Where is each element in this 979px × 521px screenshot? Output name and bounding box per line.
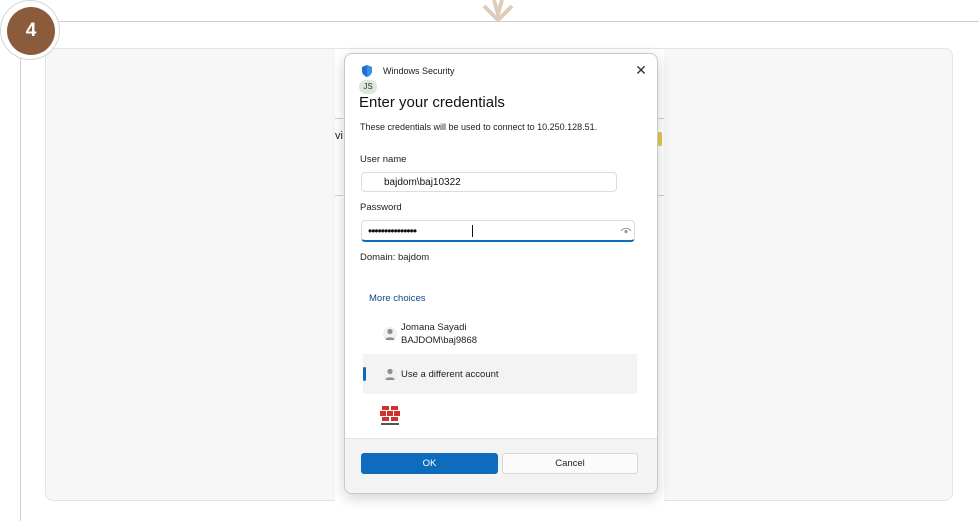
text-caret (472, 225, 473, 237)
background-divider (335, 118, 343, 119)
dialog-description: These credentials will be used to connec… (360, 122, 598, 132)
background-divider (335, 195, 343, 196)
dialog-title: Enter your credentials (359, 94, 505, 111)
password-label: Password (360, 202, 402, 213)
account-option-selected[interactable]: Use a different account (363, 354, 637, 394)
background-text-fragment: vi (335, 130, 343, 142)
cancel-button[interactable]: Cancel (502, 453, 638, 474)
more-choices-link[interactable]: More choices (369, 293, 426, 304)
app-name: Windows Security (383, 66, 455, 76)
close-icon: ✕ (635, 62, 647, 78)
person-icon (383, 367, 397, 381)
step-number: 4 (7, 7, 55, 55)
step-badge: 4 (0, 0, 60, 60)
fortinet-logo-icon (380, 406, 400, 425)
eye-icon[interactable] (620, 226, 632, 236)
account-name: Jomana Sayadi (401, 322, 467, 333)
use-different-account-label: Use a different account (401, 369, 499, 380)
account-option[interactable]: Jomana Sayadi BAJDOM\baj9868 (363, 320, 637, 350)
username-label: User name (360, 154, 407, 165)
password-input[interactable]: ••••••••••••••• (361, 220, 635, 242)
domain-text: Domain: bajdom (360, 252, 430, 263)
account-domain-user: BAJDOM\baj9868 (401, 335, 478, 346)
person-icon (383, 327, 397, 341)
windows-security-shield-icon (362, 65, 372, 77)
close-button[interactable]: ✕ (633, 62, 649, 78)
dialog-footer: OK Cancel (345, 438, 657, 493)
arrow-down-icon (482, 0, 514, 22)
selection-indicator (363, 367, 366, 381)
avatar: JS (359, 80, 377, 94)
ok-button[interactable]: OK (361, 453, 498, 474)
username-input[interactable]: bajdom\baj10322 (361, 172, 617, 192)
credentials-dialog: Windows Security ✕ JS Enter your credent… (344, 53, 658, 494)
password-mask: ••••••••••••••• (368, 224, 417, 238)
